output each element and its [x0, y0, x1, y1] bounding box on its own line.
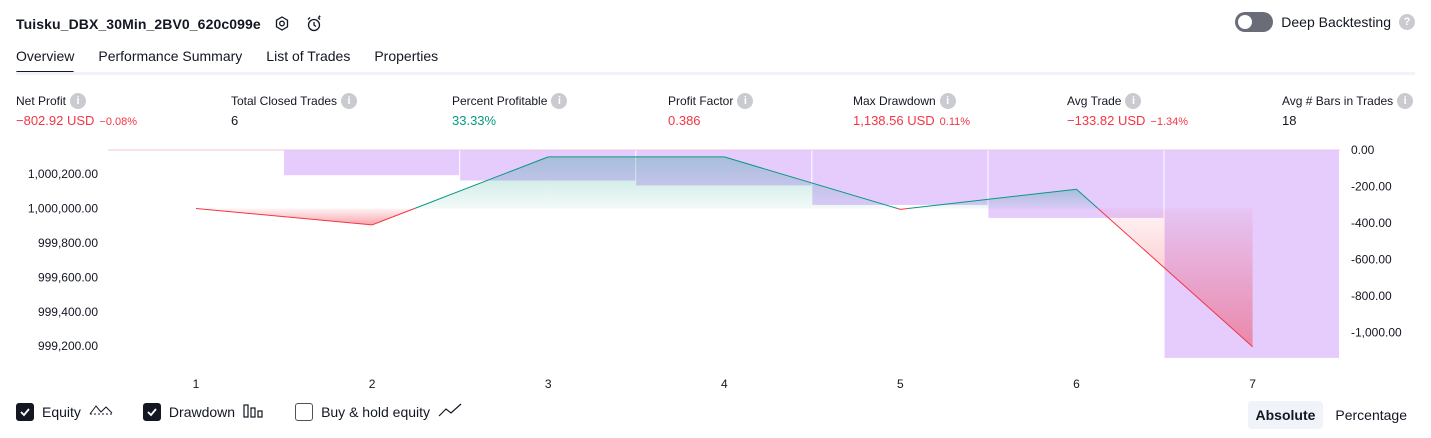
help-icon[interactable]: i: [939, 93, 956, 109]
legend-label: Buy & hold equity: [321, 403, 431, 420]
metric-value: −802.92 USD: [16, 113, 95, 128]
help-icon[interactable]: ?: [1399, 14, 1415, 30]
equity-axis-tick: 999,600.00: [38, 270, 98, 284]
metric-max-drawdown: Max Drawdown i 1,138.56 USD 0.11%: [853, 93, 970, 128]
x-axis-tick: 7: [1249, 377, 1256, 391]
scale-mode-switch: Absolute Percentage: [1247, 401, 1416, 429]
drawdown-checkbox[interactable]: [142, 402, 161, 421]
percentage-button[interactable]: Percentage: [1327, 401, 1415, 429]
metric-net-profit: Net Profit i −802.92 USD −0.08%: [16, 93, 137, 128]
strategy-name: Tuisku_DBX_30Min_2BV0_620c099e: [16, 16, 261, 32]
legend-drawdown[interactable]: Drawdown: [142, 402, 265, 421]
metric-value: 0.386: [668, 113, 701, 128]
metric-label: Max Drawdown: [853, 94, 936, 108]
metric-subvalue: −0.08%: [99, 116, 138, 128]
tab-list-of-trades[interactable]: List of Trades: [266, 46, 350, 74]
absolute-button[interactable]: Absolute: [1247, 401, 1324, 429]
x-axis-tick: 5: [897, 377, 904, 391]
metric-avg-trade: Avg Trade i −133.82 USD −1.34%: [1067, 93, 1188, 128]
x-axis-tick: 1: [193, 377, 200, 391]
metric-label: Percent Profitable: [452, 94, 548, 108]
legend-equity[interactable]: Equity: [16, 402, 113, 421]
tab-performance-summary[interactable]: Performance Summary: [98, 46, 242, 74]
metric-label: Avg Trade: [1067, 94, 1122, 108]
help-icon[interactable]: i: [551, 93, 568, 109]
metrics-row: Net Profit i −802.92 USD −0.08% Total Clos…: [16, 93, 1415, 133]
x-axis-tick: 2: [369, 377, 376, 391]
alarm-clock-icon[interactable]: [303, 13, 325, 35]
drawdown-bar: [284, 150, 460, 176]
legend-label: Drawdown: [168, 403, 236, 420]
metric-avg-bars-in-trades: Avg # Bars in Trades i 18: [1282, 93, 1414, 128]
metric-value: 18: [1282, 113, 1297, 128]
buy-hold-line-icon: [438, 402, 462, 421]
x-axis-tick: 6: [1073, 377, 1080, 391]
tab-overview[interactable]: Overview: [16, 46, 75, 74]
metric-subvalue: −1.34%: [1150, 116, 1189, 128]
x-axis-tick: 4: [721, 377, 728, 391]
metric-value: −133.82 USD: [1067, 113, 1146, 128]
help-icon[interactable]: i: [737, 93, 754, 109]
metric-label: Total Closed Trades: [231, 94, 338, 108]
drawdown-axis-tick: -1,000.00: [1351, 326, 1402, 340]
help-icon[interactable]: i: [1125, 93, 1142, 109]
legend-buy-hold[interactable]: Buy & hold equity: [295, 402, 462, 421]
equity-drawdown-chart: 1,000,200.00 1,000,000.00 999,800.00 999,60…: [28, 143, 1402, 391]
tab-properties[interactable]: Properties: [374, 46, 438, 74]
equity-axis-tick: 1,000,200.00: [28, 167, 98, 181]
metric-value: 33.33%: [452, 113, 497, 128]
drawdown-bars-icon: [243, 402, 265, 421]
metric-label: Net Profit: [16, 94, 67, 108]
equity-axis-tick: 999,200.00: [38, 339, 98, 353]
metric-profit-factor: Profit Factor i 0.386: [668, 93, 754, 128]
tab-bar: Overview Performance Summary List of Tra…: [16, 46, 438, 74]
strategy-header: Tuisku_DBX_30Min_2BV0_620c099e: [16, 10, 325, 38]
metric-subvalue: 0.11%: [939, 116, 971, 128]
drawdown-axis-tick: -200.00: [1351, 180, 1392, 194]
help-icon[interactable]: i: [1397, 93, 1414, 109]
equity-line-icon: [89, 402, 113, 421]
equity-axis-tick: 999,800.00: [38, 236, 98, 250]
deep-backtesting-toggle[interactable]: [1235, 12, 1274, 32]
tabs-divider: [16, 72, 1415, 75]
buy-hold-checkbox[interactable]: [295, 402, 314, 421]
deep-backtesting: Deep Backtesting ?: [1235, 12, 1415, 32]
gear-icon[interactable]: [271, 13, 293, 35]
metric-label: Profit Factor: [668, 94, 734, 108]
drawdown-axis-tick: 0.00: [1351, 143, 1375, 157]
help-icon[interactable]: i: [341, 93, 358, 109]
help-icon[interactable]: i: [70, 93, 87, 109]
x-axis-tick: 3: [545, 377, 552, 391]
deep-backtesting-label: Deep Backtesting: [1281, 14, 1391, 30]
equity-checkbox[interactable]: [16, 402, 34, 421]
equity-axis-tick: 1,000,000.00: [28, 202, 98, 216]
chart-legend: Equity Drawdown Buy & hold equity: [16, 402, 462, 421]
metric-total-closed-trades: Total Closed Trades i 6: [231, 93, 358, 128]
drawdown-axis-tick: -400.00: [1351, 216, 1392, 230]
drawdown-axis-tick: -600.00: [1351, 253, 1392, 267]
equity-fill-up: [548, 156, 725, 209]
metric-value: 6: [231, 113, 239, 128]
metric-label: Avg # Bars in Trades: [1282, 94, 1394, 108]
equity-axis-tick: 999,400.00: [38, 305, 98, 319]
legend-label: Equity: [42, 403, 81, 420]
metric-value: 1,138.56 USD: [853, 113, 935, 128]
metric-percent-profitable: Percent Profitable i 33.33%: [452, 93, 568, 128]
drawdown-axis-tick: -800.00: [1351, 289, 1392, 303]
